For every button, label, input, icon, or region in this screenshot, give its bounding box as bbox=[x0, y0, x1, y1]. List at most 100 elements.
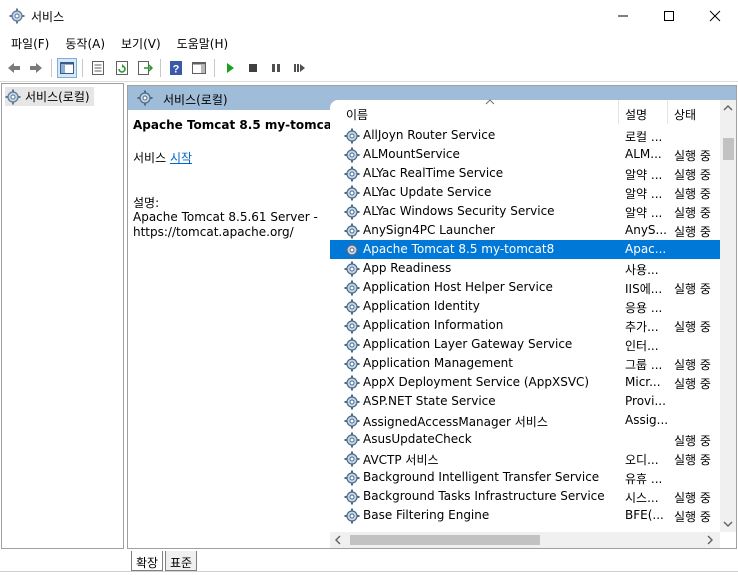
toolbar: ? bbox=[0, 54, 738, 82]
scroll-right-arrow-icon[interactable] bbox=[706, 535, 714, 545]
service-row[interactable]: AppX Deployment Service (AppXSVC) Micr...… bbox=[330, 373, 720, 392]
toolbar-separator bbox=[82, 59, 83, 77]
menu-action[interactable]: 동작(A) bbox=[57, 32, 113, 54]
service-row[interactable]: Application Information 추가... 실행 중 bbox=[330, 316, 720, 335]
service-row[interactable]: Application Host Helper Service IIS에... 실행… bbox=[330, 278, 720, 297]
stop-service-icon bbox=[249, 64, 257, 72]
service-description: 유휴 ... bbox=[625, 472, 663, 486]
properties-button[interactable] bbox=[88, 58, 108, 78]
service-name: App Readiness bbox=[363, 261, 452, 275]
service-description: Micr... bbox=[625, 375, 661, 389]
service-name: AnySign4PC Launcher bbox=[363, 223, 495, 237]
service-row[interactable]: Background Tasks Infrastructure Service 시… bbox=[330, 487, 720, 506]
service-description: AnyS... bbox=[625, 223, 667, 237]
maximize-button[interactable] bbox=[646, 0, 692, 32]
show-hide-action-pane-icon bbox=[192, 62, 206, 74]
start-service-link[interactable]: 시작 bbox=[170, 151, 192, 165]
column-header-description[interactable]: 설명 bbox=[619, 100, 668, 124]
service-row[interactable]: Application Identity 응용 ... bbox=[330, 297, 720, 316]
service-description: 알약 ... bbox=[625, 187, 663, 201]
back-button[interactable] bbox=[4, 58, 24, 78]
service-row[interactable]: ALMountService ALM... 실행 중 bbox=[330, 145, 720, 164]
start-service-icon bbox=[227, 63, 234, 73]
pause-service-button[interactable] bbox=[266, 58, 286, 78]
resume-service-button[interactable] bbox=[289, 58, 309, 78]
service-name: Application Host Helper Service bbox=[363, 280, 553, 294]
window-title: 서비스 bbox=[31, 10, 65, 24]
service-gear-icon bbox=[344, 451, 360, 467]
close-button[interactable] bbox=[692, 0, 738, 32]
service-row[interactable]: Background Intelligent Transfer Service 유… bbox=[330, 468, 720, 487]
minimize-button[interactable] bbox=[600, 0, 646, 32]
service-status: 실행 중 bbox=[674, 358, 711, 372]
scroll-up-arrow-icon[interactable] bbox=[723, 104, 733, 112]
show-hide-console-tree-button[interactable] bbox=[57, 58, 77, 78]
service-status: 실행 중 bbox=[674, 491, 711, 505]
service-gear-icon bbox=[344, 185, 360, 201]
service-row[interactable]: Application Management 그룹 ... 실행 중 bbox=[330, 354, 720, 373]
service-name: ASP.NET State Service bbox=[363, 394, 496, 408]
service-name: AllJoyn Router Service bbox=[363, 128, 496, 142]
service-row[interactable]: AllJoyn Router Service 로컬 ... bbox=[330, 126, 720, 145]
export-list-button[interactable] bbox=[135, 58, 155, 78]
tab-standard[interactable]: 표준 bbox=[165, 551, 198, 571]
service-status: 실행 중 bbox=[674, 377, 711, 391]
vertical-scroll-thumb[interactable] bbox=[723, 138, 734, 160]
service-name: AVCTP 서비스 bbox=[363, 453, 439, 467]
horizontal-scrollbar[interactable] bbox=[330, 532, 720, 548]
service-name: Application Layer Gateway Service bbox=[363, 337, 573, 351]
service-gear-icon bbox=[344, 204, 360, 220]
service-gear-icon bbox=[344, 318, 360, 334]
column-header-status[interactable]: 상태 bbox=[668, 100, 720, 124]
service-row[interactable]: App Readiness 사용... bbox=[330, 259, 720, 278]
service-gear-icon bbox=[344, 489, 360, 505]
content-pane: 서비스(로컬) Apache Tomcat 8.5 my-tomcat8 서비스… bbox=[127, 85, 737, 549]
service-row[interactable]: AnySign4PC Launcher AnyS... 실행 중 bbox=[330, 221, 720, 240]
service-row[interactable]: ALYac RealTime Service 알약 ... 실행 중 bbox=[330, 164, 720, 183]
scroll-down-arrow-icon[interactable] bbox=[723, 520, 733, 528]
service-row[interactable]: ALYac Update Service 알약 ... 실행 중 bbox=[330, 183, 720, 202]
service-row[interactable]: ALYac Windows Security Service 알약 ... 실행 중 bbox=[330, 202, 720, 221]
service-description: 로컬 ... bbox=[625, 130, 663, 144]
service-row[interactable]: Base Filtering Engine BFE(... 실행 중 bbox=[330, 506, 720, 524]
forward-button[interactable] bbox=[26, 58, 46, 78]
start-service-button[interactable] bbox=[220, 58, 240, 78]
service-action-prefix: 서비스 bbox=[133, 151, 170, 165]
selected-service-name: Apache Tomcat 8.5 my-tomcat8 bbox=[133, 118, 346, 132]
service-row[interactable]: AsusUpdateCheck 실행 중 bbox=[330, 430, 720, 449]
service-status: 실행 중 bbox=[674, 206, 711, 220]
stop-service-button[interactable] bbox=[243, 58, 263, 78]
service-status: 실행 중 bbox=[674, 510, 711, 524]
service-row[interactable]: AVCTP 서비스 오디... 실행 중 bbox=[330, 449, 720, 468]
service-name: AppX Deployment Service (AppXSVC) bbox=[363, 375, 590, 389]
horizontal-scroll-thumb[interactable] bbox=[350, 535, 540, 545]
service-row[interactable]: ASP.NET State Service Provi... bbox=[330, 392, 720, 411]
show-hide-action-pane-button[interactable] bbox=[189, 58, 209, 78]
column-header-name[interactable]: 이름 bbox=[340, 99, 619, 124]
service-status: 실행 중 bbox=[674, 453, 711, 467]
vertical-scrollbar[interactable] bbox=[720, 100, 736, 532]
help-button[interactable]: ? bbox=[166, 58, 186, 78]
service-name: ALYac Windows Security Service bbox=[363, 204, 555, 218]
forward-arrow-icon bbox=[30, 63, 42, 73]
service-gear-icon bbox=[344, 261, 360, 277]
tab-extended[interactable]: 확장 bbox=[131, 551, 164, 571]
menu-view[interactable]: 보기(V) bbox=[113, 32, 169, 54]
resume-service-icon bbox=[294, 64, 305, 72]
service-row[interactable]: Apache Tomcat 8.5 my-tomcat8 Apac... bbox=[330, 240, 720, 259]
scroll-left-arrow-icon[interactable] bbox=[334, 535, 342, 545]
service-row[interactable]: Application Layer Gateway Service 인터... bbox=[330, 335, 720, 354]
service-gear-icon bbox=[344, 470, 360, 486]
tree-item-services-local[interactable]: 서비스(로컬) bbox=[5, 87, 94, 106]
service-name: Base Filtering Engine bbox=[363, 508, 490, 522]
menu-help[interactable]: 도움말(H) bbox=[169, 32, 237, 54]
close-icon bbox=[709, 10, 721, 22]
console-tree: 서비스(로컬) bbox=[1, 83, 124, 549]
services-gear-icon bbox=[5, 89, 21, 104]
service-row[interactable]: AssignedAccessManager 서비스 Assig... bbox=[330, 411, 720, 430]
menu-file[interactable]: 파일(F) bbox=[3, 32, 57, 54]
refresh-button[interactable] bbox=[112, 58, 132, 78]
description-label: 설명: bbox=[133, 196, 160, 210]
service-description: 추가... bbox=[625, 320, 659, 334]
service-status: 실행 중 bbox=[674, 282, 711, 296]
